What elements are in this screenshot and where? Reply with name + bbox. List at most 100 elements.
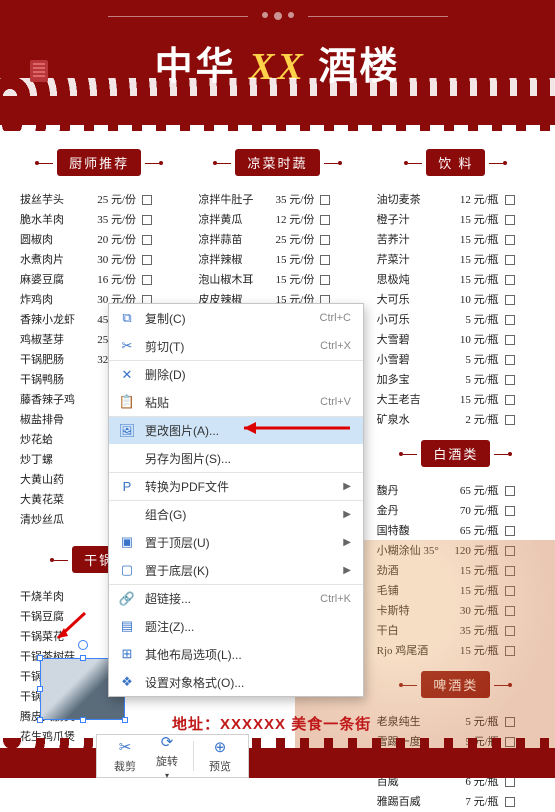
crop-button[interactable]: ✂裁剪 (105, 738, 145, 774)
checkbox-icon[interactable] (320, 215, 330, 225)
context-menu-item[interactable]: 📋粘贴Ctrl+V (109, 388, 363, 416)
menu-item-label: 组合(G) (145, 506, 327, 523)
item-price: 15 元/瓶 (451, 230, 499, 250)
menu-item: 雅踢百威7 元/瓶 (377, 792, 535, 812)
checkbox-icon[interactable] (505, 415, 515, 425)
item-name: 凉拌辣椒 (198, 250, 260, 270)
checkbox-icon[interactable] (505, 586, 515, 596)
checkbox-icon[interactable] (505, 486, 515, 496)
menu-item: 卡斯特30 元/瓶 (377, 601, 535, 621)
checkbox-icon[interactable] (505, 355, 515, 365)
checkbox-icon[interactable] (142, 215, 152, 225)
item-price: 16 元/份 (88, 270, 136, 290)
menu-item: 矿泉水2 元/瓶 (377, 410, 535, 430)
checkbox-icon[interactable] (320, 235, 330, 245)
section-title: 啤酒类 (421, 671, 490, 698)
menu-item: 毛铺15 元/瓶 (377, 581, 535, 601)
context-menu-item[interactable]: 组合(G)▶ (109, 500, 363, 528)
checkbox-icon[interactable] (505, 646, 515, 656)
checkbox-icon[interactable] (142, 195, 152, 205)
menu-item-shortcut: Ctrl+V (320, 396, 351, 408)
menu-item-icon: ✂ (119, 338, 135, 354)
menu-item-icon: P (119, 479, 135, 495)
item-price: 25 元/份 (266, 230, 314, 250)
item-name: 鸡椒茎芽 (20, 330, 82, 350)
preview-button[interactable]: ⊕预览 (200, 738, 240, 774)
menu-item-icon (119, 450, 135, 466)
context-menu-item[interactable]: ⊞其他布局选项(L)... (109, 640, 363, 668)
context-menu-item[interactable]: P转换为PDF文件▶ (109, 472, 363, 500)
checkbox-icon[interactable] (505, 506, 515, 516)
item-name: 凉拌蒜苗 (198, 230, 260, 250)
menu-item: 国特馥65 元/瓶 (377, 521, 535, 541)
item-price: 65 元/瓶 (451, 521, 499, 541)
item-name: 藤香辣子鸡 (20, 390, 82, 410)
item-name: 毛铺 (377, 581, 445, 601)
checkbox-icon[interactable] (505, 797, 515, 807)
checkbox-icon[interactable] (505, 546, 515, 556)
item-name: 金丹 (377, 501, 445, 521)
rotate-button[interactable]: ⟳旋转▾ (147, 733, 187, 780)
context-menu-item[interactable]: ✕删除(D) (109, 360, 363, 388)
item-price: 12 元/份 (266, 210, 314, 230)
menu-item: 橙子汁15 元/瓶 (377, 210, 535, 230)
item-name: 凉拌牛肚子 (198, 190, 260, 210)
menu-item-label: 其他布局选项(L)... (145, 646, 351, 663)
checkbox-icon[interactable] (142, 275, 152, 285)
menu-item: 思极炖15 元/瓶 (377, 270, 535, 290)
item-name: 小可乐 (377, 310, 445, 330)
checkbox-icon[interactable] (505, 215, 515, 225)
context-menu-item[interactable]: 🔗超链接...Ctrl+K (109, 584, 363, 612)
menu-item: 小糊涂仙 35°120 元/瓶 (377, 541, 535, 561)
checkbox-icon[interactable] (505, 717, 515, 727)
checkbox-icon[interactable] (505, 526, 515, 536)
menu-item-icon: ❖ (119, 674, 135, 690)
checkbox-icon[interactable] (505, 315, 515, 325)
checkbox-icon[interactable] (505, 606, 515, 616)
checkbox-icon[interactable] (505, 235, 515, 245)
item-name: 雅踢百威 (377, 792, 445, 812)
checkbox-icon[interactable] (505, 566, 515, 576)
checkbox-icon[interactable] (505, 375, 515, 385)
item-name: 干烧羊肉 (20, 587, 82, 607)
context-menu-item[interactable]: ▣置于顶层(U)▶ (109, 528, 363, 556)
item-price: 35 元/份 (88, 210, 136, 230)
menu-item-label: 粘贴 (145, 394, 310, 411)
checkbox-icon[interactable] (505, 195, 515, 205)
context-menu-item[interactable]: ▤题注(Z)... (109, 612, 363, 640)
checkbox-icon[interactable] (505, 395, 515, 405)
context-menu-item[interactable]: 另存为图片(S)... (109, 444, 363, 472)
checkbox-icon[interactable] (505, 335, 515, 345)
checkbox-icon[interactable] (505, 255, 515, 265)
preview-icon: ⊕ (211, 738, 229, 756)
item-name: 橙子汁 (377, 210, 445, 230)
section-title: 凉菜时蔬 (235, 149, 319, 176)
footer-bar (0, 748, 555, 778)
item-price: 15 元/瓶 (451, 561, 499, 581)
context-menu-item[interactable]: ▢置于底层(K)▶ (109, 556, 363, 584)
address-line: 地址：XXXXXX 美食一条街 (172, 713, 371, 734)
menu-item-icon (119, 507, 135, 523)
context-menu-item[interactable]: ❖设置对象格式(O)... (109, 668, 363, 696)
item-name: 大王老吉 (377, 390, 445, 410)
item-name: 泡山椒木耳 (198, 270, 260, 290)
context-menu-item[interactable]: ⧉复制(C)Ctrl+C (109, 304, 363, 332)
item-name: 大黄山药 (20, 470, 82, 490)
checkbox-icon[interactable] (505, 275, 515, 285)
menu-item: 拔丝芋头25 元/份 (20, 190, 178, 210)
submenu-arrow-icon: ▶ (343, 537, 351, 548)
checkbox-icon[interactable] (505, 295, 515, 305)
checkbox-icon[interactable] (320, 255, 330, 265)
checkbox-icon[interactable] (142, 255, 152, 265)
item-price: 15 元/份 (266, 250, 314, 270)
context-menu-item[interactable]: ✂剪切(T)Ctrl+X (109, 332, 363, 360)
menu-item-icon: ⧉ (119, 310, 135, 326)
item-price: 35 元/瓶 (451, 621, 499, 641)
checkbox-icon[interactable] (505, 777, 515, 787)
checkbox-icon[interactable] (320, 275, 330, 285)
checkbox-icon[interactable] (505, 626, 515, 636)
checkbox-icon[interactable] (142, 235, 152, 245)
checkbox-icon[interactable] (320, 195, 330, 205)
menu-item: 凉拌辣椒 15 元/份 (198, 250, 356, 270)
menu-item-icon: ▣ (119, 534, 135, 550)
